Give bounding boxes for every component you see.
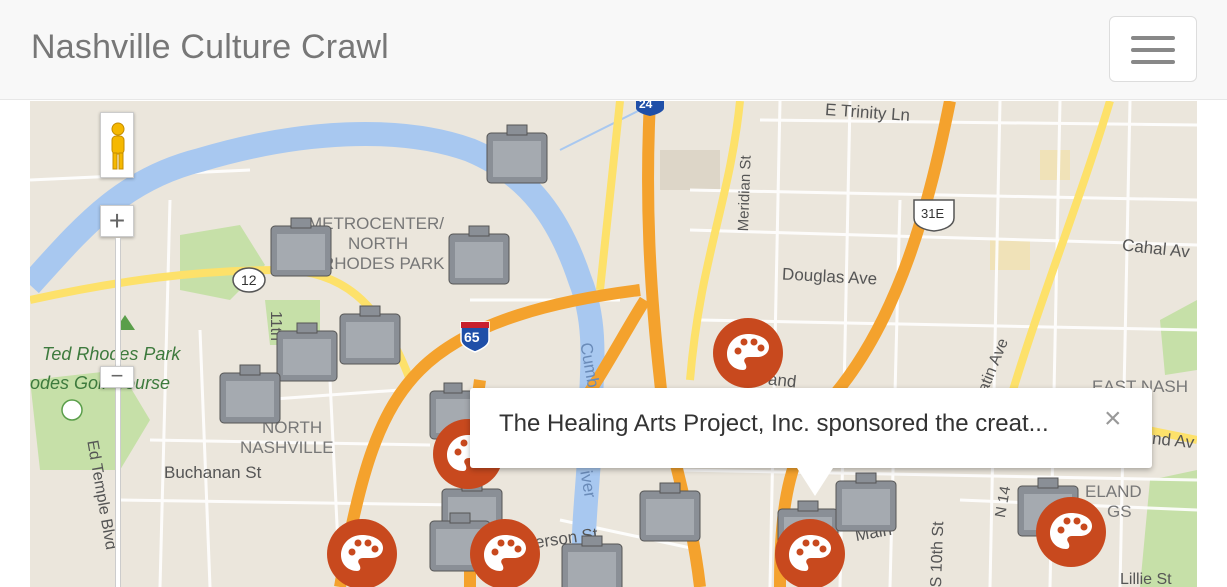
street-label: S 10th St bbox=[928, 521, 948, 587]
pegman-icon bbox=[111, 122, 125, 170]
building-marker-icon[interactable] bbox=[560, 534, 624, 587]
route-shield-label: 31E bbox=[921, 206, 945, 221]
street-label: Lillie St bbox=[1120, 571, 1172, 587]
brand-title[interactable]: Nashville Culture Crawl bbox=[31, 28, 389, 67]
building-marker-icon[interactable] bbox=[447, 224, 511, 286]
neighborhood-label: NASHVILLE bbox=[240, 438, 334, 457]
building-marker-icon[interactable] bbox=[338, 304, 402, 366]
route-shield-label: 12 bbox=[241, 272, 257, 288]
palette-marker-icon[interactable] bbox=[775, 519, 845, 587]
map[interactable]: E Trinity Ln Meridian St 31E Cahal Av Do… bbox=[30, 101, 1197, 587]
neighborhood-label: NORTH bbox=[348, 234, 409, 253]
palette-marker-icon[interactable] bbox=[1036, 497, 1106, 567]
park-label: Ted Rhodes Park bbox=[42, 344, 181, 364]
building-marker-icon[interactable] bbox=[485, 123, 549, 185]
zoom-slider-track[interactable] bbox=[115, 238, 121, 587]
info-window[interactable]: The Healing Arts Project, Inc. sponsored… bbox=[470, 388, 1152, 496]
street-label: Buchanan St bbox=[164, 463, 262, 482]
zoom-slider-handle[interactable]: − bbox=[100, 365, 134, 388]
info-window-pointer bbox=[797, 468, 833, 496]
building-marker-icon[interactable] bbox=[275, 321, 339, 383]
route-shield-label: 24 bbox=[639, 101, 653, 111]
navbar: Nashville Culture Crawl bbox=[0, 0, 1227, 100]
street-label: Meridian St bbox=[735, 155, 755, 232]
menu-toggle-button[interactable] bbox=[1109, 16, 1197, 82]
palette-marker-icon[interactable] bbox=[713, 318, 783, 388]
street-view-pegman[interactable] bbox=[100, 112, 134, 178]
street-label: nd Av bbox=[1151, 428, 1196, 453]
building-marker-icon[interactable] bbox=[218, 363, 282, 425]
neighborhood-label: RHODES PARK bbox=[322, 254, 445, 273]
zoom-in-button[interactable]: + bbox=[100, 205, 134, 237]
info-window-text: The Healing Arts Project, Inc. sponsored… bbox=[499, 410, 1049, 437]
close-icon[interactable]: × bbox=[1104, 402, 1122, 436]
route-shield-label: 65 bbox=[464, 329, 480, 345]
neighborhood-label: GS bbox=[1107, 502, 1132, 521]
palette-marker-icon[interactable] bbox=[470, 519, 540, 587]
building-marker-icon[interactable] bbox=[269, 216, 333, 278]
building-marker-icon[interactable] bbox=[638, 481, 702, 543]
palette-marker-icon[interactable] bbox=[327, 519, 397, 587]
